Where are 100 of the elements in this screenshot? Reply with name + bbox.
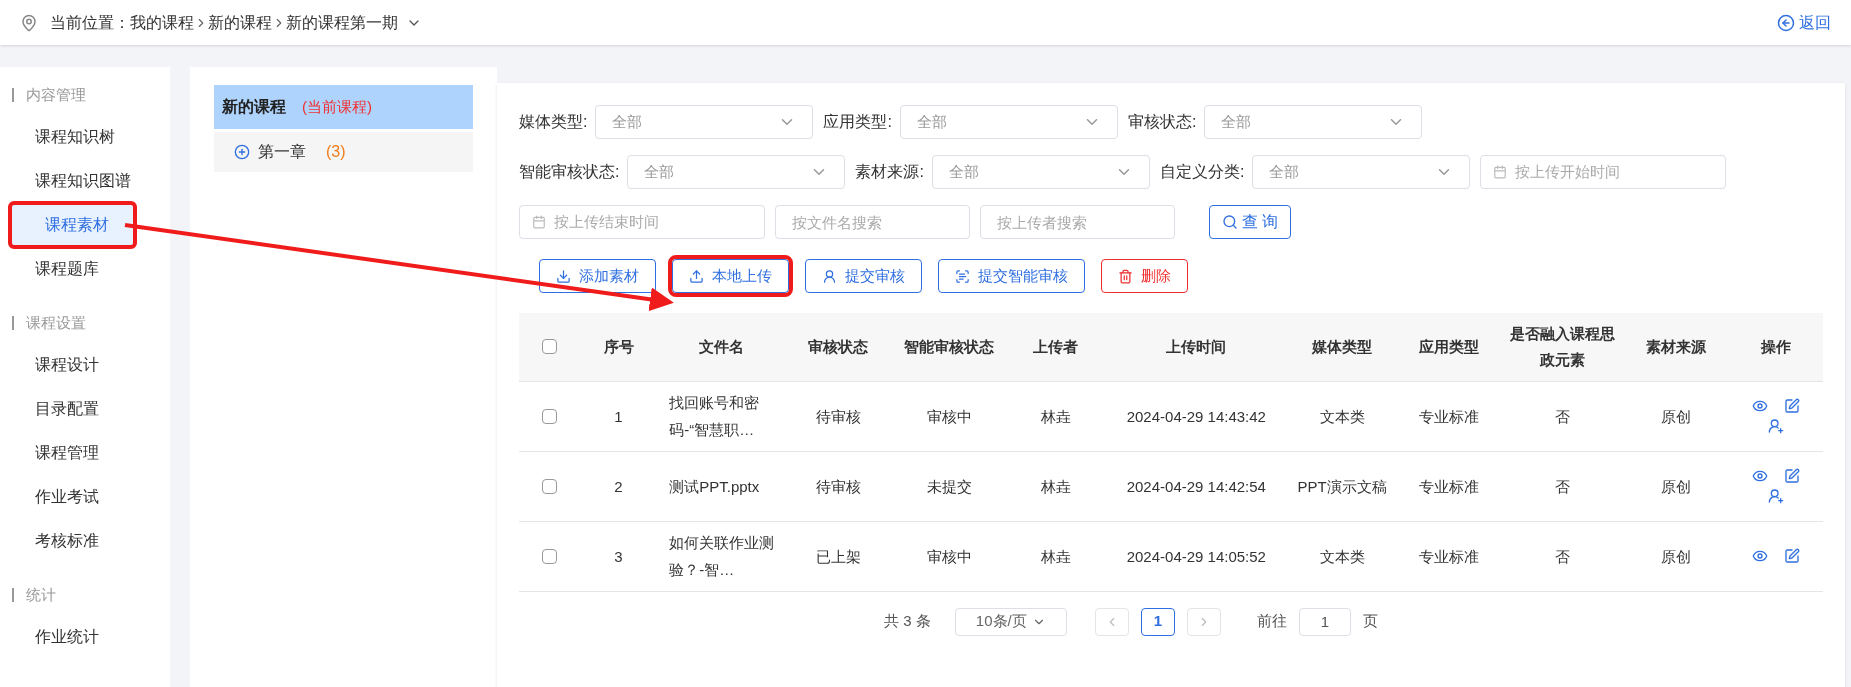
column-header: 应用类型 (1418, 338, 1479, 355)
search-field[interactable]: 按上传者搜索 (980, 205, 1175, 239)
filter-label: 智能审核状态: (519, 162, 620, 182)
tree-node-label: 第一章 (258, 142, 306, 162)
sidebar-section-title: 内容管理 (26, 84, 86, 105)
goto-page-field[interactable]: 1 (1298, 607, 1351, 636)
table-cell: 原创 (1660, 547, 1691, 565)
select-field[interactable]: 全部 (1204, 105, 1423, 139)
table-cell: 1 (614, 407, 623, 425)
view-icon[interactable] (1752, 548, 1769, 564)
view-icon[interactable] (1752, 398, 1769, 414)
edit-icon[interactable] (1784, 548, 1801, 564)
sidebar-item[interactable]: 课程设计 (0, 343, 158, 387)
sidebar-section-title: 课程设置 (26, 312, 86, 333)
total-count: 共 3 条 (884, 611, 931, 632)
sidebar-item[interactable]: 作业考试 (0, 475, 158, 519)
sidebar-section-title: 统计 (26, 584, 56, 605)
column-header: 素材来源 (1645, 338, 1706, 355)
row-checkbox[interactable] (541, 408, 557, 424)
table-cell: 原创 (1660, 477, 1691, 495)
select-field[interactable]: 全部 (931, 155, 1150, 189)
table-cell: 找回账号和密码-“智慧职… (669, 394, 760, 438)
expand-icon (234, 144, 250, 160)
row-checkbox[interactable] (541, 548, 557, 564)
page-size-select[interactable]: 10条/页 (954, 607, 1067, 636)
tree-root-title: 新的课程 (222, 97, 286, 117)
action-button[interactable]: 添加素材 (539, 259, 656, 293)
table-cell: 林垚 (1040, 547, 1071, 565)
edit-icon[interactable] (1784, 468, 1801, 484)
filter-label: 素材来源: (855, 162, 924, 182)
table-cell: 否 (1554, 407, 1570, 425)
table-cell: 测试PPT.pptx (669, 477, 760, 495)
breadcrumb-link[interactable]: 我的课程 (130, 10, 194, 35)
filter-label: 审核状态: (1127, 112, 1197, 132)
action-button[interactable]: 提交智能审核 (938, 259, 1085, 293)
trash-icon (1118, 268, 1133, 284)
table-cell: 2024-04-29 14:05:52 (1126, 547, 1266, 565)
table-cell: 已上架 (815, 547, 861, 565)
sidebar-item[interactable]: 课程管理 (0, 431, 158, 475)
table-cell: 审核中 (926, 407, 972, 425)
sidebar-item[interactable]: 目录配置 (0, 387, 158, 431)
table-cell: 未提交 (926, 477, 972, 495)
filter-label: 媒体类型: (519, 112, 588, 132)
breadcrumb-link[interactable]: 新的课程 (208, 10, 272, 35)
back-button[interactable]: 返回 (1777, 10, 1831, 35)
column-header: 媒体类型 (1312, 338, 1373, 355)
table-cell: 待审核 (815, 407, 861, 425)
user-plus-icon[interactable] (1768, 418, 1785, 434)
page-unit-label: 页 (1362, 611, 1378, 632)
user-icon (822, 268, 837, 284)
select-field[interactable]: 全部 (1252, 155, 1471, 189)
filter-label: 自定义分类: (1159, 162, 1245, 182)
sidebar-item[interactable]: 考核标准 (0, 519, 158, 563)
column-header: 操作 (1761, 338, 1792, 355)
calendar-icon (532, 215, 546, 229)
sidebar-item[interactable]: 课程素材 (10, 203, 135, 247)
table-cell: 专业标准 (1418, 547, 1479, 565)
breadcrumb-label: 当前位置： (50, 12, 130, 33)
row-checkbox[interactable] (541, 478, 557, 494)
breadcrumb-link[interactable]: 新的课程第一期 (286, 10, 398, 35)
column-header: 序号 (603, 338, 634, 355)
select-field[interactable]: 全部 (899, 105, 1118, 139)
table-cell: 专业标准 (1418, 407, 1479, 425)
tree-node[interactable]: 第一章 (3) (214, 132, 473, 172)
upload-icon (689, 268, 704, 284)
user-plus-icon[interactable] (1768, 488, 1785, 504)
action-button[interactable]: 删除 (1101, 259, 1188, 293)
download-icon (556, 268, 571, 284)
table-cell: 待审核 (815, 477, 861, 495)
table-cell: 文本类 (1319, 547, 1365, 565)
tree-root[interactable]: 新的课程 (当前课程) (214, 85, 473, 129)
tree-node-count: (3) (326, 142, 346, 162)
table-cell: 如何关联作业测验？-智… (669, 534, 775, 578)
table-cell: PPT演示文稿 (1297, 477, 1387, 495)
table-cell: 3 (614, 547, 623, 565)
table-cell: 否 (1554, 547, 1570, 565)
edit-icon[interactable] (1784, 398, 1801, 414)
table-cell: 否 (1554, 477, 1570, 495)
table-cell: 原创 (1660, 407, 1691, 425)
back-icon (1777, 13, 1795, 32)
query-button[interactable]: 查 询 (1209, 205, 1292, 239)
sidebar-item[interactable]: 作业统计 (0, 615, 158, 659)
select-field[interactable]: 全部 (627, 155, 846, 189)
current-course-tag: (当前课程) (302, 95, 372, 119)
location-pin-icon (20, 13, 38, 32)
view-icon[interactable] (1752, 468, 1769, 484)
column-header: 文件名 (698, 338, 744, 355)
select-field[interactable]: 全部 (595, 105, 814, 139)
column-header: 智能审核状态 (904, 338, 995, 355)
column-header: 上传者 (1033, 338, 1079, 355)
page-button[interactable]: 1 (1140, 607, 1175, 636)
action-button[interactable]: 提交审核 (805, 259, 922, 293)
search-field[interactable]: 按文件名搜索 (775, 205, 970, 239)
filter-label: 应用类型: (823, 112, 892, 132)
sidebar-item[interactable]: 课程知识树 (0, 115, 158, 159)
sidebar-item[interactable]: 课程题库 (0, 247, 158, 291)
table-cell: 专业标准 (1418, 477, 1479, 495)
select-all-checkbox[interactable] (541, 339, 557, 355)
search-icon (1222, 214, 1238, 230)
sidebar-item[interactable]: 课程知识图谱 (0, 159, 158, 203)
